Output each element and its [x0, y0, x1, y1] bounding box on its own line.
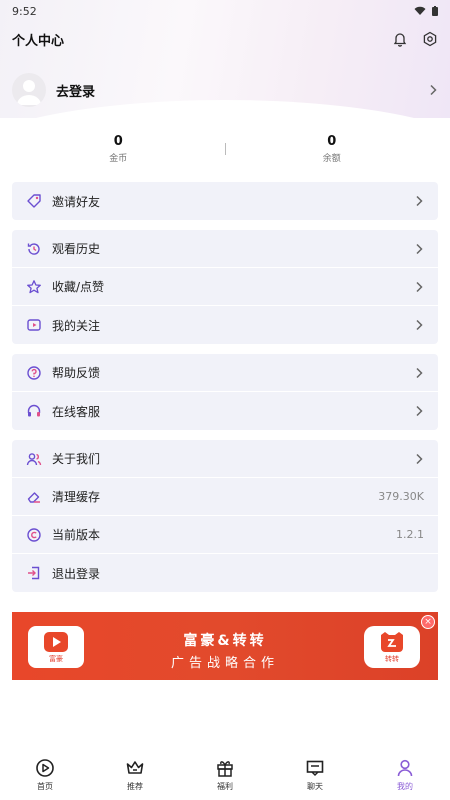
menu-item-history[interactable]: 观看历史	[12, 230, 438, 268]
tag-icon	[24, 191, 44, 211]
menu-card-help: 帮助反馈 在线客服	[12, 354, 438, 430]
star-icon	[24, 277, 44, 297]
tab-label-home: 首页	[37, 782, 53, 791]
copyright-icon	[24, 525, 44, 545]
history-icon	[24, 239, 44, 259]
chevron-right-icon	[414, 281, 424, 293]
zhuanzhuan-logo-icon	[381, 631, 403, 652]
crown-icon	[126, 761, 144, 774]
chat-icon	[306, 760, 324, 777]
balance-value: 0	[327, 134, 337, 149]
banner-right-logo-text: 转转	[385, 654, 399, 663]
settings-icon[interactable]	[422, 31, 438, 47]
menu-card-app: 关于我们 清理缓存 379.30K 当前版本 1.2.1 退出登录	[12, 440, 438, 592]
video-play-icon	[24, 315, 44, 335]
login-label[interactable]: 去登录	[56, 81, 428, 100]
tab-mine[interactable]: 我的	[360, 752, 450, 800]
question-icon	[24, 363, 44, 383]
avatar-placeholder-icon	[17, 80, 41, 105]
top-bar: 个人中心	[0, 26, 450, 52]
banner-right-logo: 转转	[364, 626, 420, 668]
menu-item-favorites[interactable]: 收藏/点赞	[12, 268, 438, 306]
menu-label-about: 关于我们	[52, 452, 101, 466]
menu-item-about[interactable]: 关于我们	[12, 440, 438, 478]
close-icon[interactable]: ×	[421, 615, 435, 629]
menu-item-version[interactable]: 当前版本 1.2.1	[12, 516, 438, 554]
tab-label-recommend: 推荐	[127, 782, 143, 791]
menu-label-invite: 邀请好友	[52, 194, 101, 209]
menu-label-history: 观看历史	[52, 242, 101, 256]
tab-label-chat: 聊天	[307, 782, 323, 791]
menu-label-following: 我的关注	[52, 318, 101, 333]
balance-stat[interactable]: 0 余额	[226, 134, 439, 164]
logout-icon	[24, 563, 44, 583]
menu-item-invite[interactable]: 邀请好友	[12, 182, 438, 220]
menu-item-clear-cache[interactable]: 清理缓存 379.30K	[12, 478, 438, 516]
tab-label-welfare: 福利	[217, 782, 233, 791]
balance-label: 余额	[322, 154, 341, 164]
users-icon	[24, 449, 44, 469]
menu-label-favorites: 收藏/点赞	[52, 280, 105, 294]
chevron-right-icon	[414, 319, 424, 331]
bell-icon[interactable]	[392, 31, 408, 47]
headset-icon	[24, 401, 44, 421]
menu-card-activity: 观看历史 收藏/点赞 我的关注	[12, 230, 438, 344]
chevron-right-icon	[414, 195, 424, 207]
menu-item-logout[interactable]: 退出登录	[12, 554, 438, 592]
menu-label-clear-cache: 清理缓存	[52, 490, 101, 504]
wifi-icon	[414, 6, 426, 15]
chevron-right-icon	[428, 84, 438, 96]
tab-home[interactable]: 首页	[0, 752, 90, 800]
status-icons	[414, 6, 438, 16]
wallet-stats: 0 金币 0 余额	[12, 134, 438, 164]
tab-recommend[interactable]: 推荐	[90, 752, 180, 800]
coins-label: 金币	[109, 154, 128, 164]
ad-banner[interactable]: 富豪 富豪&转转 广告战略合作 转转 ×	[12, 612, 438, 680]
chevron-right-icon	[414, 453, 424, 465]
page-title: 个人中心	[12, 33, 65, 49]
menu-card-invite: 邀请好友	[12, 182, 438, 220]
coins-value: 0	[113, 134, 123, 149]
status-bar: 9:52	[0, 0, 450, 22]
menu-item-following[interactable]: 我的关注	[12, 306, 438, 344]
battery-icon	[432, 6, 438, 16]
eraser-icon	[24, 487, 44, 507]
chevron-right-icon	[414, 405, 424, 417]
login-row[interactable]: 去登录	[12, 72, 438, 108]
play-circle-icon	[36, 759, 54, 777]
tab-chat[interactable]: 聊天	[270, 752, 360, 800]
menu-label-support: 在线客服	[52, 404, 101, 419]
gift-icon	[217, 761, 233, 777]
menu-item-feedback[interactable]: 帮助反馈	[12, 354, 438, 392]
cache-size-value: 379.30K	[378, 490, 424, 503]
chevron-right-icon	[414, 367, 424, 379]
version-value: 1.2.1	[396, 528, 424, 541]
tab-welfare[interactable]: 福利	[180, 752, 270, 800]
top-actions	[392, 31, 438, 47]
menu-label-logout: 退出登录	[52, 566, 101, 581]
user-icon	[397, 759, 413, 777]
status-time: 9:52	[12, 4, 37, 18]
coins-stat[interactable]: 0 金币	[12, 134, 225, 164]
avatar[interactable]	[12, 73, 46, 107]
menu-item-support[interactable]: 在线客服	[12, 392, 438, 430]
menu-label-version: 当前版本	[52, 528, 101, 542]
tab-label-mine: 我的	[397, 782, 413, 791]
menu-label-feedback: 帮助反馈	[52, 366, 101, 380]
bottom-tab-bar: 首页 推荐 福利 聊天 我的	[0, 752, 450, 800]
chevron-right-icon	[414, 243, 424, 255]
